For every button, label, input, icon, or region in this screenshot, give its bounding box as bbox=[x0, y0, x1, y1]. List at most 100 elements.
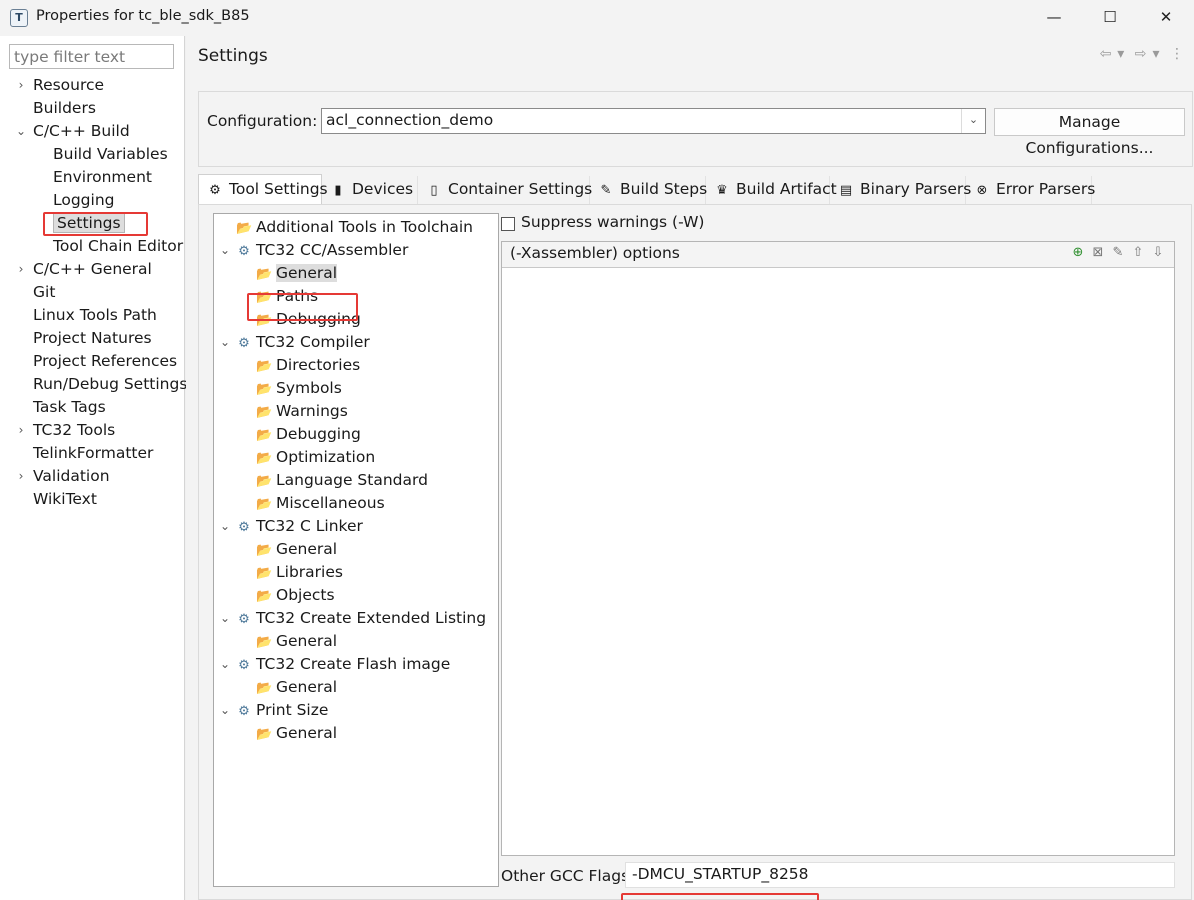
left-nav-item[interactable]: Linux Tools Path bbox=[33, 304, 157, 326]
delete-icon[interactable]: ⊠ bbox=[1088, 245, 1108, 260]
tool-tree-tool[interactable]: ⌄ ⚙ TC32 CC/Assembler bbox=[220, 239, 408, 261]
tool-tree-item[interactable]: 📂 Debugging bbox=[256, 423, 361, 445]
left-nav-item[interactable]: Builders bbox=[33, 97, 96, 119]
tool-tree-item[interactable]: 📂 General bbox=[256, 538, 337, 560]
left-nav-label: Build Variables bbox=[53, 145, 168, 163]
move-down-icon[interactable]: ⇩ bbox=[1148, 245, 1168, 260]
left-nav-label: Run/Debug Settings bbox=[33, 375, 188, 393]
folder-icon: 📂 bbox=[256, 635, 273, 650]
left-nav-item[interactable]: Project Natures bbox=[33, 327, 152, 349]
tool-tree-item[interactable]: 📂 Additional Tools in Toolchain bbox=[236, 216, 473, 238]
chevron-down-icon[interactable]: ⌄ bbox=[14, 120, 28, 142]
chevron-right-icon[interactable]: › bbox=[14, 74, 28, 96]
left-nav-item[interactable]: Environment bbox=[53, 166, 152, 188]
folder-icon: 📂 bbox=[236, 221, 253, 236]
tool-tree-item[interactable]: 📂 General bbox=[256, 676, 337, 698]
back-arrow-icon[interactable]: ⇦ bbox=[1100, 46, 1112, 62]
edit-icon[interactable]: ✎ bbox=[1108, 245, 1128, 260]
tool-tree-label: TC32 C Linker bbox=[256, 517, 363, 535]
add-icon[interactable]: ⊕ bbox=[1068, 245, 1088, 260]
view-menu-icon[interactable]: ⋮ bbox=[1170, 46, 1184, 62]
left-nav-item[interactable]: TelinkFormatter bbox=[33, 442, 153, 464]
tool-tree-item[interactable]: 📂 Symbols bbox=[256, 377, 342, 399]
back-menu-icon[interactable]: ▾ bbox=[1117, 46, 1124, 62]
left-nav-item[interactable]: Project References bbox=[33, 350, 177, 372]
tool-tree-item[interactable]: 📂 Warnings bbox=[256, 400, 348, 422]
chevron-down-icon[interactable]: ⌄ bbox=[218, 699, 232, 721]
assembler-options-list[interactable]: (-Xassembler) options ⊕ ⊠ ✎ ⇧ ⇩ bbox=[501, 241, 1175, 856]
tab-label: Build Artifact bbox=[736, 180, 837, 198]
tool-tree-item[interactable]: 📂 General bbox=[256, 722, 337, 744]
left-nav-item[interactable]: › Resource bbox=[19, 74, 105, 96]
chevron-down-icon[interactable]: ⌄ bbox=[961, 109, 985, 133]
configuration-select[interactable]: acl_connection_demo ⌄ bbox=[321, 108, 986, 134]
tool-tree-item[interactable]: 📂 Language Standard bbox=[256, 469, 428, 491]
filter-input[interactable] bbox=[9, 44, 174, 69]
tab-build-steps[interactable]: ✎ Build Steps bbox=[590, 176, 708, 204]
tab-error-parsers[interactable]: ⊗ Error Parsers bbox=[966, 176, 1095, 204]
folder-icon: 📂 bbox=[256, 589, 273, 604]
manage-configurations-button[interactable]: Manage Configurations... bbox=[994, 108, 1185, 157]
chevron-right-icon[interactable]: › bbox=[14, 258, 28, 280]
left-nav-item[interactable]: Logging bbox=[53, 189, 115, 211]
tab-binary-parsers[interactable]: ▤ Binary Parsers bbox=[830, 176, 971, 204]
tool-tree-tool[interactable]: ⌄ ⚙ TC32 Create Extended Listing bbox=[220, 607, 486, 629]
tool-tree-item[interactable]: 📂 General bbox=[256, 262, 338, 284]
forward-arrow-icon[interactable]: ⇨ bbox=[1135, 46, 1147, 62]
tab-tool-settings[interactable]: ⚙ Tool Settings bbox=[198, 174, 328, 205]
tool-tree-tool[interactable]: ⌄ ⚙ TC32 Compiler bbox=[220, 331, 370, 353]
tab-devices[interactable]: ▮ Devices bbox=[322, 176, 418, 204]
other-gcc-flags-input[interactable]: -DMCU_STARTUP_8258 bbox=[625, 862, 1175, 888]
chevron-down-icon[interactable]: ⌄ bbox=[218, 515, 232, 537]
tool-tree-tool[interactable]: ⌄ ⚙ TC32 Create Flash image bbox=[220, 653, 450, 675]
tool-tree-item[interactable]: 📂 Libraries bbox=[256, 561, 343, 583]
left-nav-item[interactable]: › C/C++ General bbox=[19, 258, 152, 280]
left-nav-label: TC32 Tools bbox=[33, 421, 116, 439]
minimize-button[interactable]: — bbox=[1026, 0, 1082, 36]
tab-build-artifact[interactable]: ♛ Build Artifact bbox=[706, 176, 837, 204]
chevron-down-icon[interactable]: ⌄ bbox=[218, 607, 232, 629]
tool-tree-item[interactable]: 📂 Directories bbox=[256, 354, 360, 376]
tool-tree-tool[interactable]: ⌄ ⚙ Print Size bbox=[220, 699, 328, 721]
highlight-settings bbox=[43, 212, 148, 236]
left-nav-label: Resource bbox=[33, 76, 105, 94]
left-nav-item[interactable]: Build Variables bbox=[53, 143, 168, 165]
left-nav-item[interactable]: Task Tags bbox=[33, 396, 106, 418]
tool-gear-icon: ⚙ bbox=[238, 612, 250, 627]
left-nav-item[interactable]: › TC32 Tools bbox=[19, 419, 116, 441]
tool-gear-icon: ⚙ bbox=[238, 244, 250, 259]
move-up-icon[interactable]: ⇧ bbox=[1128, 245, 1148, 260]
chevron-down-icon[interactable]: ⌄ bbox=[218, 653, 232, 675]
chevron-down-icon[interactable]: ⌄ bbox=[218, 331, 232, 353]
tool-tree-label: Language Standard bbox=[276, 471, 428, 489]
tool-tree-item[interactable]: 📂 General bbox=[256, 630, 337, 652]
tool-tree-label: Libraries bbox=[276, 563, 343, 581]
left-nav-label: Linux Tools Path bbox=[33, 306, 157, 324]
chevron-right-icon[interactable]: › bbox=[14, 465, 28, 487]
tool-tree-item[interactable]: 📂 Optimization bbox=[256, 446, 375, 468]
left-nav-item[interactable]: Run/Debug Settings bbox=[33, 373, 187, 395]
list-header: (-Xassembler) options ⊕ ⊠ ✎ ⇧ ⇩ bbox=[502, 242, 1174, 268]
container-icon: ▯ bbox=[430, 183, 438, 198]
chevron-down-icon[interactable]: ⌄ bbox=[218, 239, 232, 261]
left-nav-item[interactable]: WikiText bbox=[33, 488, 97, 510]
tool-tree-tool[interactable]: ⌄ ⚙ TC32 C Linker bbox=[220, 515, 363, 537]
configuration-value: acl_connection_demo bbox=[326, 111, 494, 129]
close-button[interactable]: ✕ bbox=[1138, 0, 1194, 36]
maximize-button[interactable]: ☐ bbox=[1082, 0, 1138, 36]
left-nav-item[interactable]: › Validation bbox=[19, 465, 110, 487]
tool-tree-item[interactable]: 📂 Objects bbox=[256, 584, 335, 606]
page-nav-toolbar: ⇦ ▾ ⇨ ▾ ⋮ bbox=[1094, 46, 1184, 62]
tool-settings-icon: ⚙ bbox=[209, 183, 221, 198]
left-nav-item[interactable]: Git bbox=[33, 281, 55, 303]
tool-tree-item[interactable]: 📂 Miscellaneous bbox=[256, 492, 385, 514]
chevron-right-icon[interactable]: › bbox=[14, 419, 28, 441]
left-nav-item[interactable]: Tool Chain Editor bbox=[53, 235, 183, 257]
left-nav-label: Logging bbox=[53, 191, 115, 209]
suppress-warnings-checkbox[interactable] bbox=[501, 217, 515, 231]
left-nav-item[interactable]: ⌄ C/C++ Build bbox=[16, 120, 130, 142]
tab-label: Build Steps bbox=[620, 180, 708, 198]
suppress-warnings-label[interactable]: Suppress warnings (-W) bbox=[521, 213, 704, 231]
forward-menu-icon[interactable]: ▾ bbox=[1153, 46, 1160, 62]
tab-container-settings[interactable]: ▯ Container Settings bbox=[418, 176, 592, 204]
